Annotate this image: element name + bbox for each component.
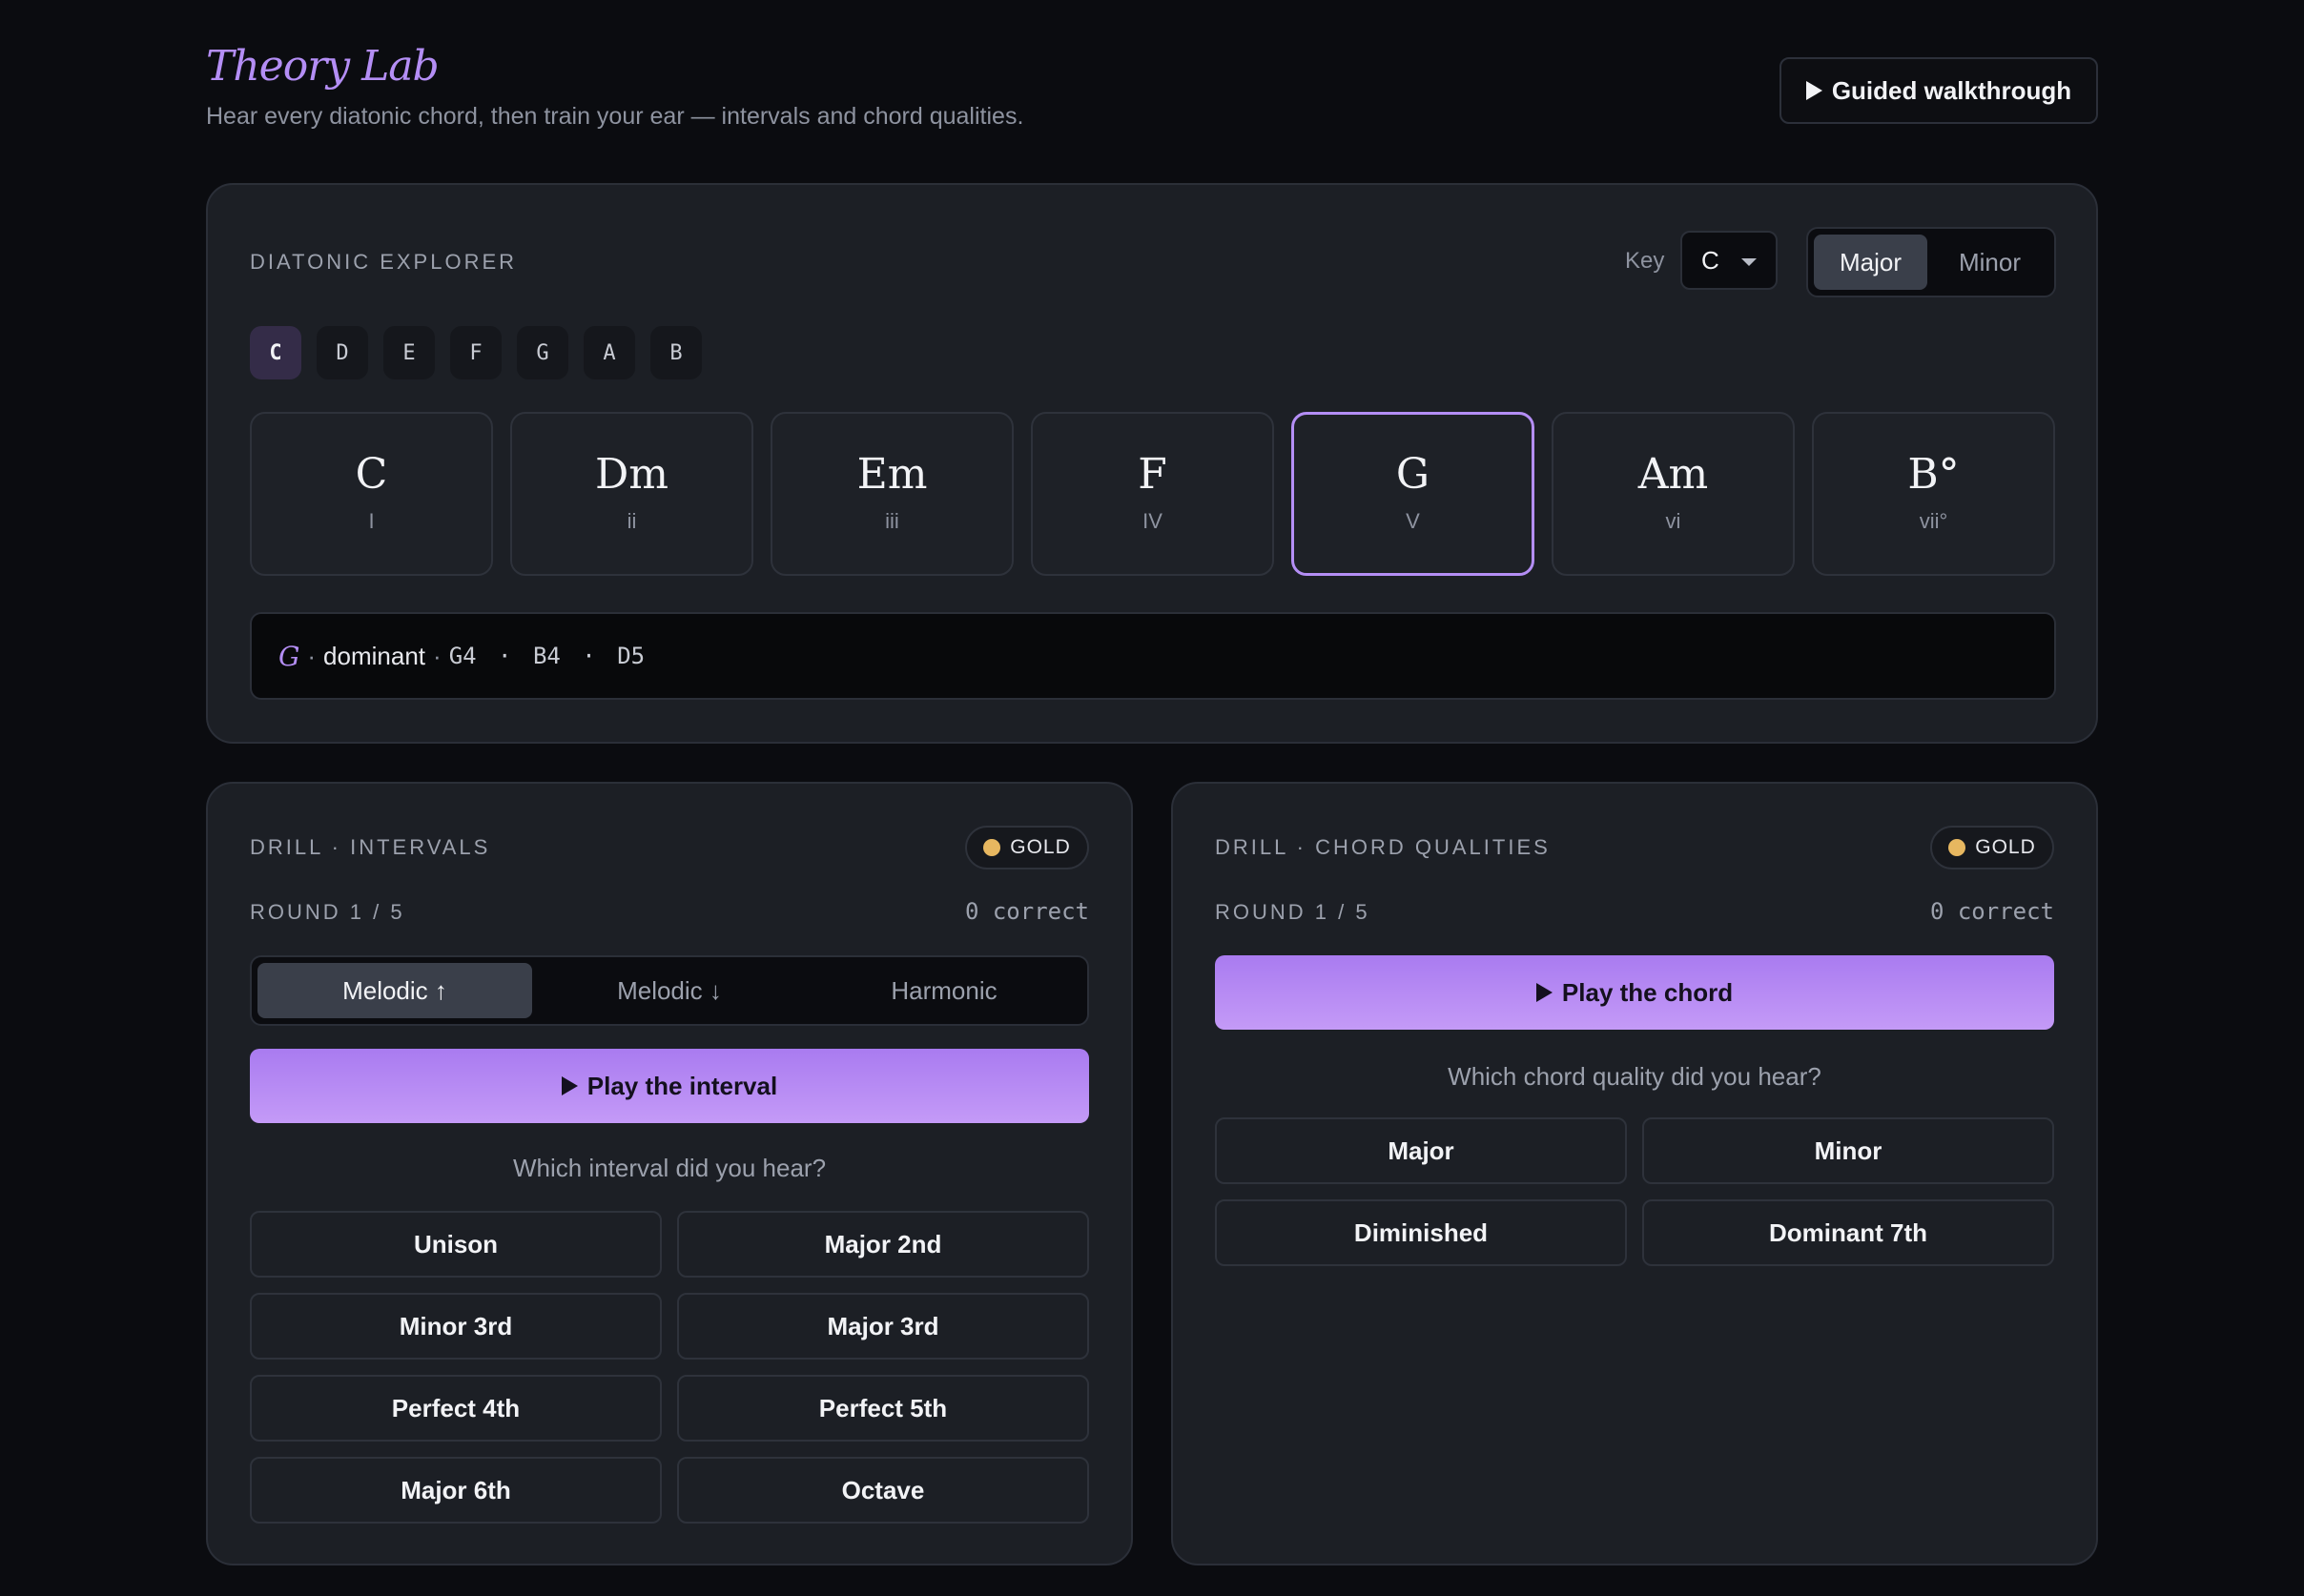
diatonic-explorer-card: DIATONIC EXPLORER Key C Major Minor C D …: [206, 183, 2098, 744]
chord-name: Em: [856, 450, 928, 499]
answer-minor-3rd[interactable]: Minor 3rd: [250, 1293, 662, 1360]
chord-name: C: [355, 450, 388, 499]
answer-unison[interactable]: Unison: [250, 1211, 662, 1278]
chord-numeral: vi: [1665, 509, 1681, 533]
root-pill-g[interactable]: G: [517, 326, 568, 379]
mode-major[interactable]: Major: [1814, 235, 1928, 290]
chord-name: B°: [1907, 450, 1960, 499]
answer-dominant-7th[interactable]: Dominant 7th: [1642, 1199, 2054, 1266]
walkthrough-label: Guided walkthrough: [1831, 75, 2072, 105]
root-pill-e[interactable]: E: [383, 326, 435, 379]
chord-card-ii[interactable]: Dm ii: [510, 412, 753, 576]
chord-card-iii[interactable]: Em iii: [771, 412, 1014, 576]
play-icon: [1535, 983, 1553, 1002]
play-chord-label: Play the chord: [1561, 977, 1734, 1007]
guided-walkthrough-button[interactable]: Guided walkthrough: [1779, 57, 2098, 124]
round-counter: ROUND 1 / 5: [1215, 900, 1370, 924]
answer-octave[interactable]: Octave: [677, 1457, 1089, 1524]
chord-numeral: vii°: [1919, 509, 1948, 533]
detail-note: G4: [448, 643, 477, 669]
gold-medal-icon: [1948, 839, 1966, 856]
gold-badge: GOLD: [965, 826, 1089, 870]
mode-minor[interactable]: Minor: [1931, 235, 2048, 290]
key-label: Key: [1625, 248, 1665, 274]
interval-question: Which interval did you hear?: [512, 1154, 827, 1182]
chord-drill-label: DRILL · CHORD QUALITIES: [1215, 835, 1551, 859]
correct-counter: 0 correct: [1929, 898, 2054, 925]
answer-major-2nd[interactable]: Major 2nd: [677, 1211, 1089, 1278]
correct-counter: 0 correct: [964, 898, 1089, 925]
root-pill-d[interactable]: D: [317, 326, 368, 379]
play-icon: [1805, 81, 1822, 100]
interval-drill-label: DRILL · INTERVALS: [250, 835, 491, 859]
root-pill-b[interactable]: B: [650, 326, 702, 379]
answer-diminished[interactable]: Diminished: [1215, 1199, 1627, 1266]
detail-note-separator: ·: [567, 643, 610, 669]
badge-label: GOLD: [1975, 836, 2036, 858]
answer-major-3rd[interactable]: Major 3rd: [677, 1293, 1089, 1360]
answer-major-6th[interactable]: Major 6th: [250, 1457, 662, 1524]
chord-card-v[interactable]: G V: [1291, 412, 1534, 576]
chord-quality-drill-card: DRILL · CHORD QUALITIES GOLD ROUND 1 / 5…: [1171, 782, 2098, 1565]
chevron-down-icon: [1741, 258, 1757, 266]
chord-name: Am: [1637, 450, 1709, 499]
play-interval-label: Play the interval: [586, 1071, 778, 1100]
root-pill-a[interactable]: A: [584, 326, 635, 379]
direction-harmonic[interactable]: Harmonic: [807, 963, 1081, 1018]
answer-perfect-4th[interactable]: Perfect 4th: [250, 1375, 662, 1442]
chord-question: Which chord quality did you hear?: [1448, 1062, 1821, 1091]
root-pill-f[interactable]: F: [450, 326, 502, 379]
detail-function: dominant: [323, 641, 426, 670]
answer-perfect-5th[interactable]: Perfect 5th: [677, 1375, 1089, 1442]
chord-numeral: iii: [885, 509, 899, 533]
mode-toggle: Major Minor: [1806, 227, 2056, 297]
detail-note: B4: [532, 643, 561, 669]
direction-melodic-down[interactable]: Melodic ↓: [532, 963, 807, 1018]
answer-major[interactable]: Major: [1215, 1117, 1627, 1184]
interval-answer-grid: Unison Major 2nd Minor 3rd Major 3rd Per…: [250, 1211, 1089, 1524]
chord-name: G: [1395, 450, 1430, 499]
chord-detail-bar: G · dominant · G4 · B4 · D5: [250, 612, 2056, 700]
detail-separator: ·: [307, 641, 317, 670]
play-icon: [561, 1076, 578, 1095]
explorer-section-label: DIATONIC EXPLORER: [250, 250, 518, 274]
chord-card-i[interactable]: C I: [250, 412, 493, 576]
chord-name: Dm: [595, 450, 669, 499]
chord-numeral: IV: [1142, 509, 1162, 533]
detail-note-separator: ·: [483, 643, 525, 669]
chord-numeral: I: [368, 509, 375, 533]
detail-note: D5: [617, 643, 646, 669]
app-title: Theory Lab: [206, 42, 440, 91]
interval-direction-toggle: Melodic ↑ Melodic ↓ Harmonic: [250, 955, 1089, 1026]
interval-drill-card: DRILL · INTERVALS GOLD ROUND 1 / 5 0 cor…: [206, 782, 1133, 1565]
play-interval-button[interactable]: Play the interval: [250, 1049, 1089, 1123]
badge-label: GOLD: [1010, 836, 1071, 858]
chord-card-vi[interactable]: Am vi: [1552, 412, 1795, 576]
chord-name: F: [1138, 450, 1167, 499]
chord-card-iv[interactable]: F IV: [1031, 412, 1274, 576]
chord-answer-grid: Major Minor Diminished Dominant 7th: [1215, 1117, 2054, 1266]
chord-numeral: ii: [627, 509, 637, 533]
root-note-selector: C D E F G A B: [250, 326, 702, 379]
key-value: C: [1701, 245, 1719, 275]
round-counter: ROUND 1 / 5: [250, 900, 405, 924]
answer-minor[interactable]: Minor: [1642, 1117, 2054, 1184]
chord-numeral: V: [1406, 509, 1420, 533]
chord-card-row: C I Dm ii Em iii F IV G V Am vi B° vii°: [250, 412, 2055, 576]
root-pill-c[interactable]: C: [250, 326, 301, 379]
chord-card-vii[interactable]: B° vii°: [1812, 412, 2055, 576]
app-subtitle: Hear every diatonic chord, then train yo…: [206, 103, 1024, 130]
gold-badge: GOLD: [1930, 826, 2054, 870]
detail-separator: ·: [433, 641, 442, 670]
play-chord-button[interactable]: Play the chord: [1215, 955, 2054, 1030]
gold-medal-icon: [983, 839, 1001, 856]
detail-chord-name: G: [278, 640, 300, 672]
key-select[interactable]: C: [1680, 231, 1778, 290]
direction-melodic-up[interactable]: Melodic ↑: [257, 963, 532, 1018]
